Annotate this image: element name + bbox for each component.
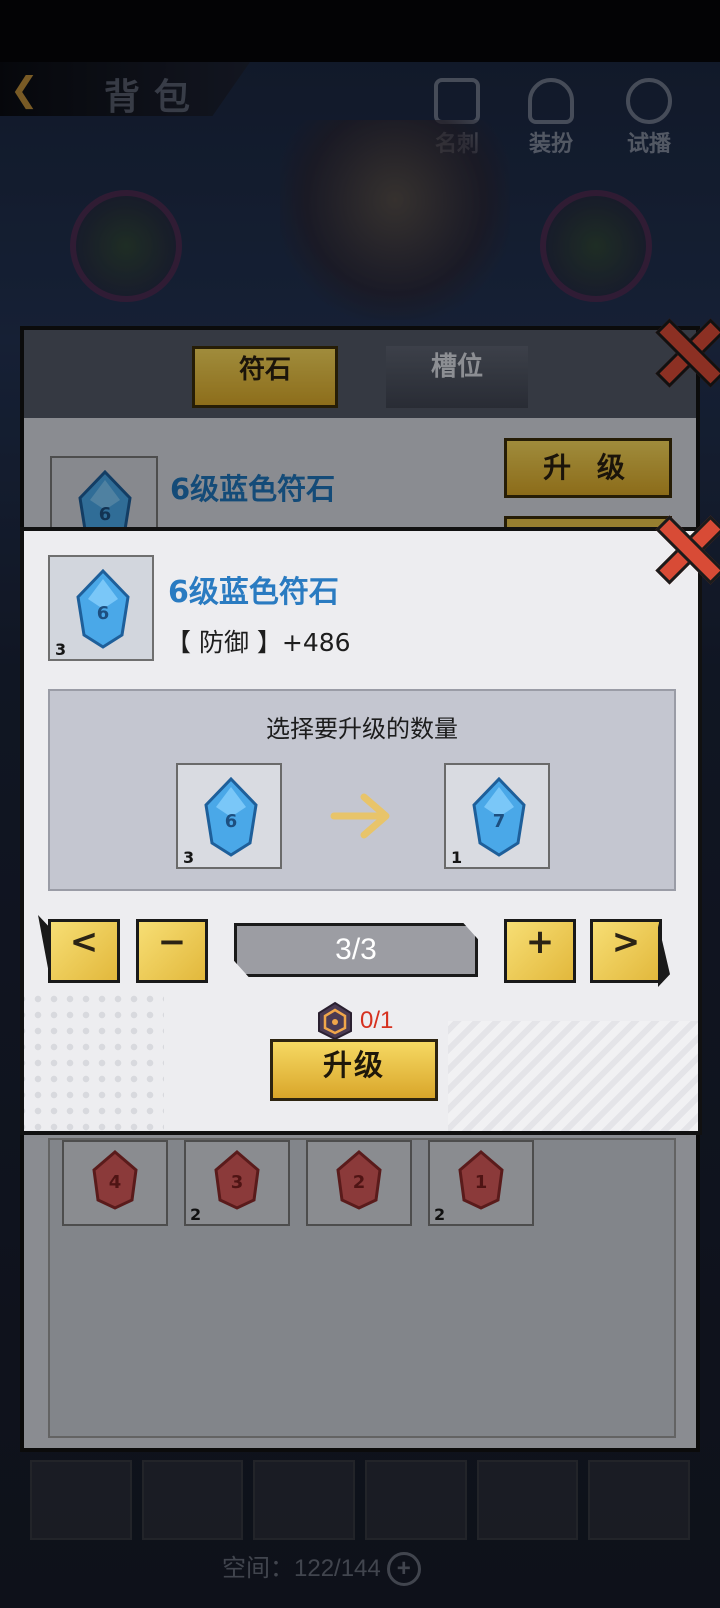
blue-rune-icon: 6 (76, 569, 130, 649)
select-quantity-title: 选择要升级的数量 (266, 715, 458, 743)
increase-quantity-button[interactable]: + (504, 919, 576, 983)
decor-bracket (658, 923, 670, 987)
svg-text:6: 6 (225, 811, 238, 832)
blue-rune-icon: 7 (472, 777, 526, 857)
dot-pattern (24, 991, 164, 1131)
source-rune-cell: 6 3 (176, 763, 282, 869)
stripe-pattern (448, 1021, 698, 1131)
selected-rune-thumbnail: 6 3 (48, 555, 154, 661)
previous-item-button[interactable]: < (48, 919, 120, 983)
quantity-display: 3/3 (234, 923, 478, 977)
svg-text:7: 7 (493, 811, 506, 832)
decrease-quantity-button[interactable]: − (136, 919, 208, 983)
item-count: 3 (55, 640, 67, 659)
close-dialog-button[interactable] (654, 515, 718, 579)
svg-text:6: 6 (97, 603, 110, 624)
next-item-button[interactable]: > (590, 919, 662, 983)
cost-value: 0/1 (360, 1007, 394, 1034)
rune-name: 6级蓝色符石 (168, 575, 339, 610)
item-count: 1 (451, 848, 463, 867)
upgrade-cost: 0/1 (316, 999, 393, 1043)
upgrade-button[interactable]: 升级 (270, 1039, 438, 1101)
arrow-right-icon (330, 793, 390, 839)
rune-material-icon (318, 1001, 352, 1041)
result-rune-cell: 7 1 (444, 763, 550, 869)
item-count: 3 (183, 848, 195, 867)
rune-stat: 【 防御 】+486 (166, 628, 351, 657)
blue-rune-icon: 6 (204, 777, 258, 857)
upgrade-dialog: 6 3 6级蓝色符石 【 防御 】+486 选择要升级的数量 6 3 7 1 <… (20, 527, 702, 1135)
upgrade-preview: 选择要升级的数量 6 3 7 1 (48, 689, 676, 891)
